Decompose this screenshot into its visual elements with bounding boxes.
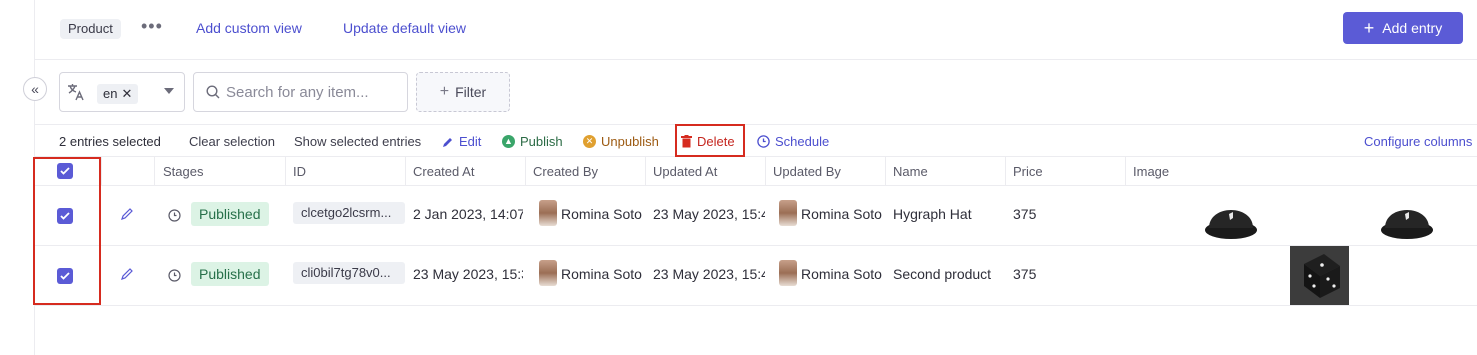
check-icon: [60, 167, 70, 175]
cap-image[interactable]: [1203, 192, 1259, 242]
clear-selection-button[interactable]: Clear selection: [189, 134, 275, 149]
column-header-id[interactable]: ID: [293, 164, 306, 179]
entry-id[interactable]: cli0bil7tg78v0...: [293, 262, 405, 284]
delete-highlight-box: [675, 124, 745, 157]
add-entry-label: Add entry: [1382, 20, 1443, 36]
view-tag[interactable]: Product: [60, 19, 121, 39]
price: 375: [1013, 266, 1037, 282]
locale-chip: en ✕: [97, 84, 139, 104]
column-header-stages[interactable]: Stages: [163, 164, 203, 179]
column-header-updated-by[interactable]: Updated By: [773, 164, 841, 179]
selected-count: 2 entries selected: [59, 134, 161, 149]
created-at: 23 May 2023, 15:3: [413, 266, 523, 282]
column-header-name[interactable]: Name: [893, 164, 928, 179]
add-custom-view-link[interactable]: Add custom view: [196, 20, 302, 36]
check-icon: [60, 272, 70, 280]
search-box: [193, 72, 408, 112]
plus-icon: +: [439, 83, 450, 100]
translate-icon: [68, 84, 84, 101]
edit-button[interactable]: Edit: [442, 134, 481, 149]
schedule-label: Schedule: [775, 134, 830, 149]
add-entry-button[interactable]: + Add entry: [1343, 12, 1463, 44]
avatar: [539, 260, 557, 286]
table-row[interactable]: Published cli0bil7tg78v0... 23 May 2023,…: [35, 246, 1477, 306]
row-checkbox[interactable]: [57, 268, 73, 284]
configure-columns-link[interactable]: Configure columns: [1364, 134, 1472, 149]
schedule-button[interactable]: Schedule: [757, 134, 829, 149]
update-default-view-link[interactable]: Update default view: [343, 20, 466, 36]
more-options-icon[interactable]: •••: [141, 16, 163, 37]
column-header-updated-at[interactable]: Updated At: [653, 164, 717, 179]
pencil-icon: [443, 137, 452, 147]
check-icon: [60, 212, 70, 220]
updated-by: Romina Soto: [801, 206, 882, 222]
table-row[interactable]: Published clcetgo2lcsrm... 2 Jan 2023, 1…: [35, 186, 1477, 246]
unpublish-icon: ✕: [583, 135, 596, 148]
column-header-created-by[interactable]: Created By: [533, 164, 598, 179]
column-header-created-at[interactable]: Created At: [413, 164, 474, 179]
product-name: Hygraph Hat: [893, 206, 972, 222]
upload-icon: ▲: [502, 135, 515, 148]
updated-at: 23 May 2023, 15:4: [653, 206, 765, 222]
cap-image[interactable]: [1379, 192, 1435, 242]
publish-button[interactable]: ▲ Publish: [502, 134, 563, 149]
bulk-action-bar: 2 entries selected Clear selection Show …: [35, 124, 1477, 157]
status-badge: Published: [191, 262, 269, 286]
unpublish-button[interactable]: ✕ Unpublish: [583, 134, 659, 149]
updated-at: 23 May 2023, 15:4: [653, 266, 765, 282]
search-input[interactable]: [226, 81, 401, 103]
edit-entry-icon[interactable]: [120, 207, 134, 221]
publish-label: Publish: [520, 134, 563, 149]
table-header: Stages ID Created At Created By Updated …: [35, 157, 1477, 186]
updated-by: Romina Soto: [801, 266, 882, 282]
avatar: [779, 200, 797, 226]
clock-icon: [757, 135, 770, 148]
remove-locale-icon[interactable]: ✕: [121, 86, 132, 101]
filter-label: Filter: [455, 84, 487, 100]
plus-icon: +: [1363, 18, 1375, 38]
select-all-checkbox[interactable]: [57, 163, 73, 179]
column-header-image[interactable]: Image: [1133, 164, 1169, 179]
chevron-down-icon[interactable]: [164, 88, 174, 94]
product-name: Second product: [893, 266, 992, 282]
created-by: Romina Soto: [561, 266, 642, 282]
search-icon: [206, 85, 220, 99]
avatar: [539, 200, 557, 226]
column-header-price[interactable]: Price: [1013, 164, 1043, 179]
entry-id[interactable]: clcetgo2lcsrm...: [293, 202, 405, 224]
created-by: Romina Soto: [561, 206, 642, 222]
dice-image[interactable]: [1290, 246, 1349, 305]
clock-icon: [168, 209, 181, 222]
view-header: Product ••• Add custom view Update defau…: [35, 0, 1477, 60]
price: 375: [1013, 206, 1037, 222]
left-rail: [0, 0, 35, 355]
locale-select[interactable]: en ✕: [59, 72, 185, 112]
clock-icon: [168, 269, 181, 282]
created-at: 2 Jan 2023, 14:07: [413, 206, 523, 222]
edit-label: Edit: [459, 134, 482, 149]
collapse-sidebar-icon[interactable]: «: [23, 77, 47, 101]
edit-entry-icon[interactable]: [120, 267, 134, 281]
avatar: [779, 260, 797, 286]
locale-chip-label: en: [103, 86, 118, 101]
status-badge: Published: [191, 202, 269, 226]
show-selected-button[interactable]: Show selected entries: [294, 134, 421, 149]
filter-toolbar: en✕ + Filter: [35, 60, 1477, 125]
filter-button[interactable]: + Filter: [416, 72, 510, 112]
unpublish-label: Unpublish: [601, 134, 659, 149]
row-checkbox[interactable]: [57, 208, 73, 224]
